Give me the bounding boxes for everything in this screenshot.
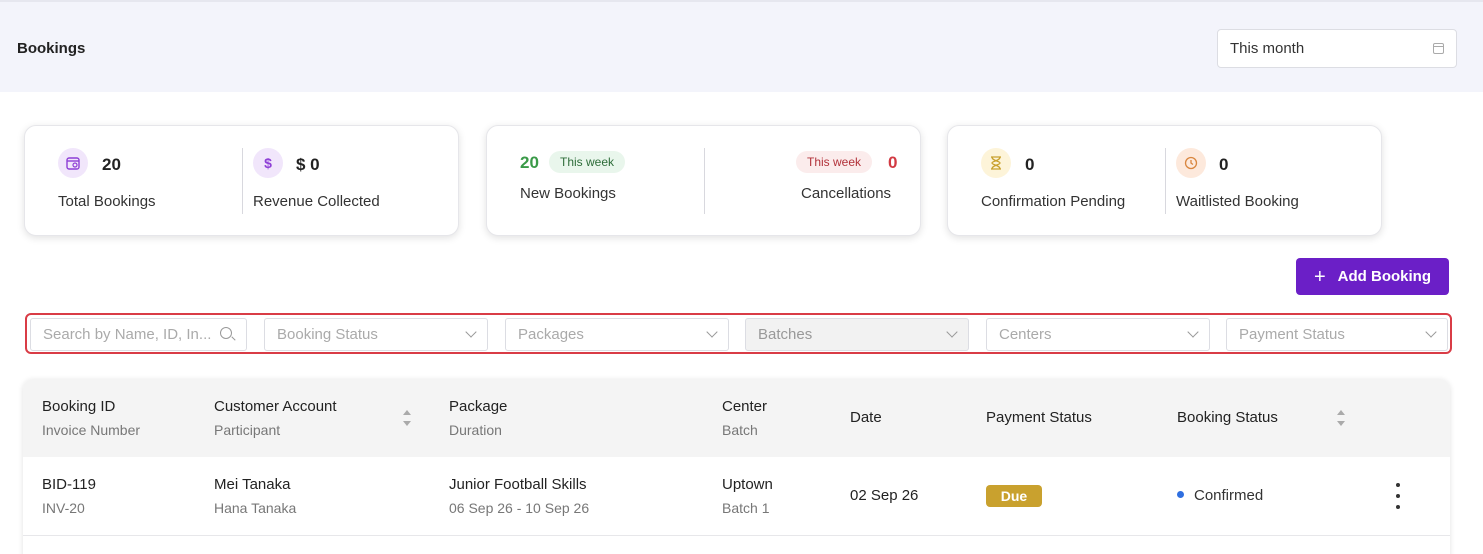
chevron-down-icon bbox=[1187, 326, 1199, 338]
confirmation-pending-value: 0 bbox=[1025, 155, 1035, 174]
chevron-down-icon bbox=[1425, 326, 1437, 338]
calendar-icon bbox=[1433, 43, 1444, 54]
cancellations-value: 0 bbox=[888, 153, 898, 172]
dollar-icon: $ bbox=[253, 148, 283, 178]
waitlisted-label: Waitlisted Booking bbox=[1176, 193, 1299, 210]
centers-filter[interactable]: Centers bbox=[986, 318, 1210, 351]
total-bookings-value: 20 bbox=[102, 155, 121, 174]
add-booking-label: Add Booking bbox=[1337, 268, 1431, 285]
column-subheader-batch: Batch bbox=[722, 422, 758, 438]
payment-status-badge: Due bbox=[986, 485, 1042, 507]
payment-status-filter-label: Payment Status bbox=[1239, 326, 1345, 343]
participant: Hana Tanaka bbox=[214, 500, 297, 516]
batches-filter-label: Batches bbox=[758, 326, 813, 343]
customer-account[interactable]: Mei Tanaka bbox=[214, 476, 290, 493]
batch-name: Batch 1 bbox=[722, 500, 770, 516]
new-bookings-value: 20 bbox=[520, 153, 539, 172]
column-header-center: Center bbox=[722, 398, 768, 415]
booking-id[interactable]: BID-119 bbox=[42, 476, 96, 493]
calendar-icon bbox=[58, 148, 88, 178]
package-duration: 06 Sep 26 - 10 Sep 26 bbox=[449, 500, 590, 516]
row-divider bbox=[23, 535, 1450, 536]
column-header-customer[interactable]: Customer Account bbox=[214, 398, 337, 415]
packages-filter[interactable]: Packages bbox=[505, 318, 729, 351]
packages-filter-label: Packages bbox=[518, 326, 584, 343]
column-header-booking-status[interactable]: Booking Status bbox=[1177, 409, 1278, 426]
sort-icon[interactable] bbox=[1337, 410, 1345, 426]
waitlisted-value: 0 bbox=[1219, 155, 1229, 174]
package-name: Junior Football Skills bbox=[449, 476, 587, 493]
search-input[interactable]: Search by Name, ID, In... bbox=[30, 318, 247, 351]
invoice-number: INV-20 bbox=[42, 500, 85, 516]
search-placeholder: Search by Name, ID, In... bbox=[43, 326, 212, 343]
cancellations-label: Cancellations bbox=[801, 185, 892, 202]
page-title: Bookings bbox=[17, 40, 86, 57]
confirmation-pending-label: Confirmation Pending bbox=[981, 193, 1126, 210]
booking-status-filter-label: Booking Status bbox=[277, 326, 378, 343]
filter-bar: Search by Name, ID, In... Booking Status… bbox=[25, 313, 1452, 354]
summary-card-weekly: 20 This week New Bookings This week 0 Ca… bbox=[486, 125, 921, 236]
chevron-down-icon bbox=[465, 326, 477, 338]
card-divider bbox=[704, 148, 705, 214]
column-header-payment-status: Payment Status bbox=[986, 409, 1092, 426]
table-header: Booking ID Invoice Number Customer Accou… bbox=[23, 379, 1450, 457]
card-divider bbox=[242, 148, 243, 214]
payment-status-filter[interactable]: Payment Status bbox=[1226, 318, 1448, 351]
column-header-package: Package bbox=[449, 398, 508, 415]
cancellations-period-badge: This week bbox=[796, 151, 873, 173]
summary-card-status: 0 Confirmation Pending 0 Waitlisted Book… bbox=[947, 125, 1382, 236]
hourglass-icon bbox=[981, 148, 1011, 178]
column-header-booking-id: Booking ID bbox=[42, 398, 116, 415]
revenue-value: $ 0 bbox=[296, 155, 320, 174]
date-range-select[interactable]: This month bbox=[1217, 29, 1457, 68]
column-header-date: Date bbox=[850, 409, 882, 426]
kebab-menu-icon[interactable] bbox=[1392, 483, 1404, 509]
revenue-label: Revenue Collected bbox=[253, 193, 380, 210]
total-bookings-label: Total Bookings bbox=[58, 193, 156, 210]
new-bookings-label: New Bookings bbox=[520, 185, 616, 202]
top-bar: Bookings This month bbox=[0, 0, 1483, 92]
chevron-down-icon bbox=[946, 326, 958, 338]
bookings-table: Booking ID Invoice Number Customer Accou… bbox=[23, 379, 1450, 554]
column-subheader-participant: Participant bbox=[214, 422, 281, 438]
date-range-value: This month bbox=[1230, 40, 1305, 57]
chevron-down-icon bbox=[706, 326, 718, 338]
clock-icon bbox=[1176, 148, 1206, 178]
summary-card-totals: 20 Total Bookings $ $ 0 Revenue Collecte… bbox=[24, 125, 459, 236]
batches-filter[interactable]: Batches bbox=[745, 318, 969, 351]
plus-icon: + bbox=[1313, 265, 1326, 288]
centers-filter-label: Centers bbox=[999, 326, 1052, 343]
booking-status: Confirmed bbox=[1194, 487, 1264, 504]
column-subheader-invoice: Invoice Number bbox=[42, 422, 141, 438]
sort-icon[interactable] bbox=[403, 410, 411, 426]
search-icon bbox=[220, 327, 232, 339]
status-dot-icon bbox=[1177, 491, 1184, 498]
column-subheader-duration: Duration bbox=[449, 422, 502, 438]
add-booking-button[interactable]: + Add Booking bbox=[1296, 258, 1449, 295]
booking-date: 02 Sep 26 bbox=[850, 487, 919, 504]
booking-status-filter[interactable]: Booking Status bbox=[264, 318, 488, 351]
card-divider bbox=[1165, 148, 1166, 214]
new-bookings-period-badge: This week bbox=[549, 151, 626, 173]
center-name: Uptown bbox=[722, 476, 773, 493]
